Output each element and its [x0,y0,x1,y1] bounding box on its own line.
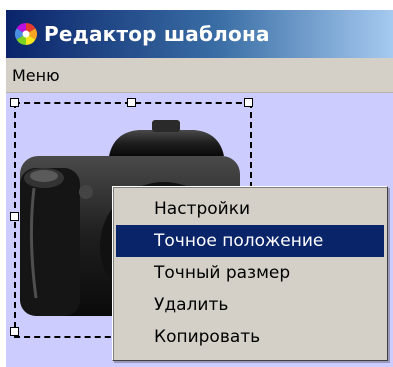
menu-bar: Меню [6,58,393,93]
resize-handle-top-right[interactable] [244,98,253,107]
menu-item-settings[interactable]: Настройки [116,193,384,225]
menu-button[interactable]: Меню [12,66,60,85]
resize-handle-middle-left[interactable] [10,212,19,221]
menu-item-exact-size[interactable]: Точный размер [116,257,384,289]
window-title: Редактор шаблона [44,22,270,46]
context-menu: Настройки Точное положение Точный размер… [112,186,388,361]
color-wheel-icon [15,23,37,45]
title-bar[interactable]: Редактор шаблона [6,10,393,58]
menu-item-delete[interactable]: Удалить [116,289,384,321]
menu-item-copy[interactable]: Копировать [116,321,384,353]
resize-handle-top-left[interactable] [10,98,19,107]
menu-item-exact-position[interactable]: Точное положение [116,225,384,257]
resize-handle-bottom-left[interactable] [10,327,19,336]
resize-handle-top-center[interactable] [127,98,136,107]
template-editor-window: Редактор шаблона Меню Настройки Точное п… [0,0,393,367]
